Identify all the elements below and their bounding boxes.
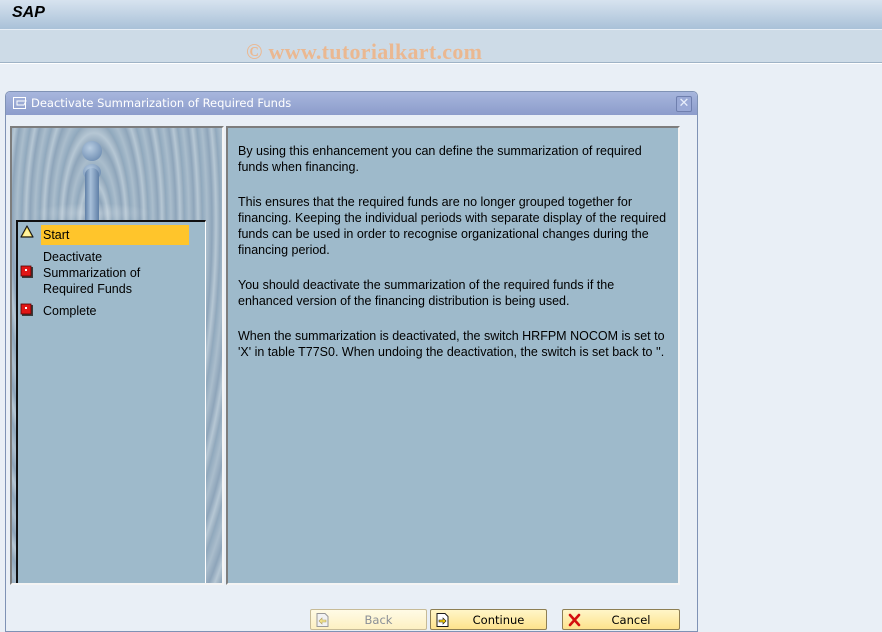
description-panel: By using this enhancement you can define… (226, 126, 680, 585)
watermark: © www.tutorialkart.com (246, 39, 483, 64)
continue-label: Continue (472, 613, 525, 627)
description-paragraph: You should deactivate the summarization … (238, 278, 615, 308)
back-label: Back (364, 613, 393, 627)
back-button[interactable]: Back (310, 609, 427, 630)
wizard-steps-list: Start Deactivate Summarization of Requir… (16, 220, 206, 583)
wizard-graphic-panel: Start Deactivate Summarization of Requir… (10, 126, 224, 585)
step-complete[interactable]: Complete (20, 303, 99, 319)
cancel-label: Cancel (611, 613, 651, 627)
close-icon: ✕ (678, 96, 690, 111)
dialog-title: Deactivate Summarization of Required Fun… (31, 96, 292, 110)
description-paragraph: This ensures that the required funds are… (238, 195, 667, 257)
step-deactivate-summarization[interactable]: Deactivate Summarization of Required Fun… (20, 249, 181, 297)
close-button[interactable]: ✕ (676, 96, 692, 112)
water-drop-graphic (82, 141, 102, 161)
sap-logo: SAP (12, 4, 45, 21)
cancel-button[interactable]: Cancel (562, 609, 680, 630)
sap-title-bar: SAP (0, 0, 882, 30)
description-paragraph: By using this enhancement you can define… (238, 144, 642, 174)
red-square-icon (20, 303, 33, 316)
warning-triangle-icon (20, 225, 34, 238)
dialog-window-icon (13, 97, 27, 109)
application-toolbar: © www.tutorialkart.com (0, 30, 882, 64)
red-square-icon (20, 265, 33, 278)
wizard-dialog: Deactivate Summarization of Required Fun… (5, 91, 698, 632)
continue-button[interactable]: Continue (430, 609, 547, 630)
water-splash-graphic (85, 168, 99, 223)
dialog-title-bar[interactable]: Deactivate Summarization of Required Fun… (6, 92, 697, 115)
step-label: Start (41, 225, 189, 245)
step-start[interactable]: Start (20, 225, 189, 245)
step-label: Deactivate Summarization of Required Fun… (43, 250, 141, 296)
description-paragraph: When the summarization is deactivated, t… (238, 329, 665, 359)
step-label: Complete (43, 304, 97, 318)
